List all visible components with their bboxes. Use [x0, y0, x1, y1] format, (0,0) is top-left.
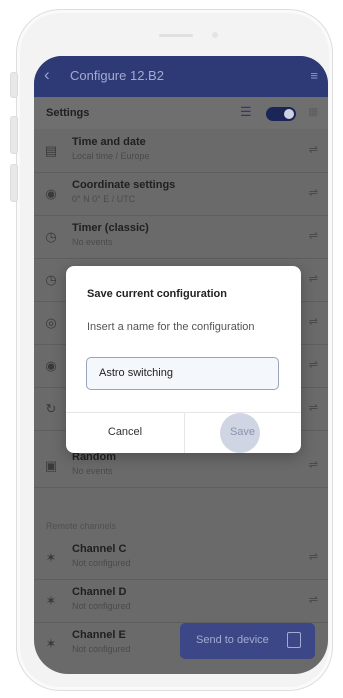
channel-icon: ✶ — [45, 550, 57, 565]
timer-icon: ◷ — [45, 229, 57, 244]
row-subtitle: 0° N 0° E / UTC — [72, 194, 136, 204]
app-bar: ‹ Configure 12.B2 ≡ — [34, 56, 328, 97]
adjust-icon[interactable]: ⇌ — [309, 272, 318, 285]
page-title: Configure 12.B2 — [70, 68, 164, 83]
row-subtitle: No events — [72, 466, 113, 476]
channel-row-d[interactable]: ✶ Channel D Not configured ⇌ — [34, 579, 328, 623]
row-title: Channel E — [72, 629, 126, 641]
settings-row-timer-classic[interactable]: ◷ Timer (classic) No events ⇌ — [34, 215, 328, 259]
list-settings-icon[interactable]: ≡ — [310, 68, 318, 83]
adjust-icon[interactable]: ⇌ — [309, 143, 318, 156]
adjust-icon[interactable]: ⇌ — [309, 358, 318, 371]
grid-icon[interactable]: ▦ — [308, 105, 318, 118]
channel-row-c[interactable]: ✶ Channel C Not configured ⇌ — [34, 536, 328, 580]
side-button — [10, 116, 18, 154]
dialog-title: Save current configuration — [87, 288, 227, 300]
row-subtitle: Not configured — [72, 644, 131, 654]
settings-header: Settings ☰ ▦ — [34, 97, 328, 129]
side-button — [10, 72, 18, 98]
adjust-icon[interactable]: ⇌ — [309, 186, 318, 199]
row-subtitle: Not configured — [72, 601, 131, 611]
save-configuration-dialog: Save current configuration Insert a name… — [66, 266, 301, 453]
row-subtitle: No events — [72, 237, 113, 247]
device-icon — [287, 632, 301, 648]
side-button — [10, 164, 18, 202]
cancel-button[interactable]: Cancel — [66, 412, 184, 453]
row-title: Coordinate settings — [72, 179, 176, 191]
holiday-icon: ◉ — [45, 358, 57, 373]
cycle-icon: ↻ — [45, 401, 57, 416]
speaker-grille — [159, 34, 193, 37]
channel-icon: ✶ — [45, 636, 57, 651]
calendar-icon: ▤ — [44, 143, 58, 158]
location-icon: ◉ — [45, 186, 57, 201]
phone-notch — [118, 21, 254, 53]
list-icon[interactable]: ☰ — [240, 104, 252, 120]
adjust-icon[interactable]: ⇌ — [309, 401, 318, 414]
adjust-icon[interactable]: ⇌ — [309, 315, 318, 328]
view-toggle[interactable] — [266, 107, 296, 121]
row-title: Channel D — [72, 586, 127, 598]
settings-label: Settings — [46, 107, 90, 119]
astro-icon: ◎ — [45, 315, 57, 330]
save-button[interactable]: Save — [184, 412, 301, 453]
configuration-name-input[interactable]: Astro switching — [86, 357, 279, 390]
row-title: Timer (classic) — [72, 222, 149, 234]
timer-icon: ◷ — [45, 272, 57, 287]
random-icon: ▣ — [44, 458, 58, 473]
adjust-icon[interactable]: ⇌ — [309, 458, 318, 471]
adjust-icon[interactable]: ⇌ — [309, 229, 318, 242]
save-button-label: Save — [229, 426, 256, 438]
row-subtitle: Local time / Europe — [72, 151, 150, 161]
app-screen: ‹ Configure 12.B2 ≡ Settings ☰ ▦ ▤ Time … — [34, 56, 328, 674]
settings-row-coordinate-settings[interactable]: ◉ Coordinate settings 0° N 0° E / UTC ⇌ — [34, 172, 328, 216]
settings-row-time-and-date[interactable]: ▤ Time and date Local time / Europe ⇌ — [34, 129, 328, 173]
channel-icon: ✶ — [45, 593, 57, 608]
camera-dot — [212, 32, 218, 38]
back-icon[interactable]: ‹ — [44, 65, 50, 85]
send-to-device-button[interactable]: Send to device — [180, 623, 315, 659]
section-remote-channels: Remote channels — [46, 521, 117, 531]
dialog-message: Insert a name for the configuration — [87, 321, 255, 333]
send-button-label: Send to device — [196, 634, 269, 646]
row-subtitle: Not configured — [72, 558, 131, 568]
adjust-icon[interactable]: ⇌ — [309, 550, 318, 563]
adjust-icon[interactable]: ⇌ — [309, 593, 318, 606]
row-title: Channel C — [72, 543, 127, 555]
row-title: Time and date — [72, 136, 146, 148]
